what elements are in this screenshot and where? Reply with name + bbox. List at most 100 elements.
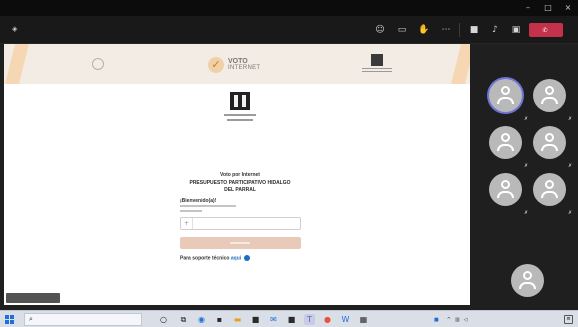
share-icon[interactable]: ▣ <box>510 24 522 36</box>
leave-button[interactable]: ✆ <box>529 23 563 37</box>
shield-icon: ◈ <box>12 25 18 33</box>
avatar <box>511 264 544 297</box>
app-icon[interactable]: ▦ <box>358 314 369 325</box>
participant-tile[interactable]: ✗ <box>526 173 572 219</box>
help-icon <box>243 255 250 261</box>
chat-icon[interactable]: ▭ <box>396 24 408 36</box>
more-icon[interactable]: ⋯ <box>440 24 452 36</box>
institute-logo-right <box>362 52 392 76</box>
start-tile <box>5 315 9 319</box>
notification-icon[interactable]: ≡ <box>564 315 573 324</box>
store-icon[interactable]: ▪ <box>214 314 225 325</box>
form-title-line-1: PRESUPUESTO PARTICIPATIVO HIDALGO <box>189 180 291 186</box>
field-label <box>180 210 202 212</box>
support-label: Para soporte técnico <box>180 255 230 262</box>
header-decoration <box>451 44 470 84</box>
teams-icon[interactable]: T <box>304 314 315 325</box>
building-icon <box>371 54 383 66</box>
start-tile <box>5 320 9 324</box>
logo-right-caption <box>362 68 392 72</box>
avatar-body <box>541 191 558 198</box>
title-bar: – □ × <box>0 0 578 16</box>
windows-start-button[interactable] <box>5 315 14 324</box>
avatar <box>533 173 566 206</box>
avatar-head <box>545 86 554 95</box>
windows-taskbar: ⌕ ○ ⧉ ◉ ▪ ▬ ■ ✉ ■ T ● W ▦ ■ ^ ▥ ◁ ≡ <box>0 310 578 327</box>
network-icon[interactable]: ▥ <box>455 317 460 323</box>
ballot-icon <box>92 58 104 70</box>
participant-tile[interactable]: ✗ <box>482 126 528 172</box>
reactions-icon[interactable]: ✋ <box>418 24 430 36</box>
edge-icon[interactable]: ◉ <box>196 314 207 325</box>
instruction-text <box>180 205 236 207</box>
header-decoration <box>5 44 29 84</box>
avatar <box>489 79 522 112</box>
taskbar-search[interactable]: ⌕ <box>24 313 142 326</box>
voto-internet-wordmark: VOTO INTERNET <box>228 58 260 72</box>
app-icon[interactable]: ■ <box>286 314 297 325</box>
mail-icon[interactable]: ✉ <box>268 314 279 325</box>
voto-word: VOTO <box>228 58 248 65</box>
mic-off-icon: ✗ <box>568 116 573 122</box>
search-icon: ⌕ <box>29 315 33 323</box>
participant-tile[interactable]: ✗ <box>526 79 572 125</box>
chrome-icon[interactable]: ● <box>322 314 333 325</box>
support-link[interactable]: aquí <box>231 255 241 261</box>
close-button[interactable]: × <box>563 3 573 13</box>
avatar <box>533 126 566 159</box>
meeting-toolbar: ◈ ☺ ▭ ✋ ⋯ ■ ♪ ▣ ✆ <box>0 16 578 44</box>
phone-icon: ✆ <box>542 26 548 34</box>
electoral-logo-left <box>92 56 152 72</box>
avatar-head <box>501 86 510 95</box>
maximize-button[interactable]: □ <box>543 3 553 13</box>
avatar <box>489 173 522 206</box>
app-icon[interactable]: ■ <box>250 314 261 325</box>
teams-meeting-window: – □ × ◈ ☺ ▭ ✋ ⋯ ■ ♪ ▣ ✆ ✓ VOTO INTERNET … <box>0 0 578 327</box>
widgets-icon[interactable]: ⧉ <box>178 314 189 325</box>
chevron-up-icon[interactable]: ^ <box>447 317 451 323</box>
system-tray: ■ ^ ▥ ◁ <box>434 314 472 325</box>
meeting-timer-group: ◈ <box>12 25 23 33</box>
participant-tile[interactable]: ✗ <box>526 126 572 172</box>
start-tile <box>10 320 14 324</box>
avatar-body <box>519 282 536 289</box>
weather-icon: ■ <box>434 316 439 323</box>
mic-icon[interactable]: ♪ <box>489 24 501 36</box>
avatar-head <box>545 180 554 189</box>
task-view-icon[interactable]: ○ <box>158 314 169 325</box>
avatar-head <box>545 133 554 142</box>
id-input[interactable] <box>195 219 295 228</box>
people-icon[interactable]: ☺ <box>374 24 386 36</box>
form-title: PRESUPUESTO PARTICIPATIVO HIDALGO DEL PA… <box>180 180 300 194</box>
site-header: ✓ VOTO INTERNET <box>4 44 470 84</box>
avatar <box>489 126 522 159</box>
avatar-body <box>497 144 514 151</box>
avatar-body <box>541 144 558 151</box>
start-tile <box>10 315 14 319</box>
voto-internet-logo: ✓ VOTO INTERNET <box>208 50 288 80</box>
word-icon[interactable]: W <box>340 314 351 325</box>
avatar-head <box>523 271 532 280</box>
speaker-icon[interactable]: ◁ <box>464 317 468 323</box>
support-text: Para soporte técnico aquí <box>180 255 250 261</box>
internet-word: INTERNET <box>228 65 261 71</box>
taskbar-search-input[interactable] <box>36 316 133 323</box>
camera-icon[interactable]: ■ <box>468 24 480 36</box>
avatar-body <box>541 97 558 104</box>
institute-logo <box>220 92 260 126</box>
participant-tile[interactable]: ✗ <box>482 173 528 219</box>
id-input-group: + <box>180 217 301 230</box>
shared-screen: ✓ VOTO INTERNET Voto por Internet PRESUP… <box>4 44 470 305</box>
minimize-button[interactable]: – <box>523 3 533 13</box>
avatar-head <box>501 180 510 189</box>
submit-button[interactable] <box>180 237 301 249</box>
logo-caption-line <box>224 114 256 116</box>
avatar-body <box>497 191 514 198</box>
file-explorer-icon[interactable]: ▬ <box>232 314 243 325</box>
building-icon <box>230 92 250 110</box>
avatar-body <box>497 97 514 104</box>
participant-tile[interactable]: ✗ <box>482 79 528 125</box>
voto-line: VOTO <box>228 58 260 65</box>
submit-button-label <box>230 242 250 244</box>
self-view-tile[interactable] <box>504 264 550 310</box>
